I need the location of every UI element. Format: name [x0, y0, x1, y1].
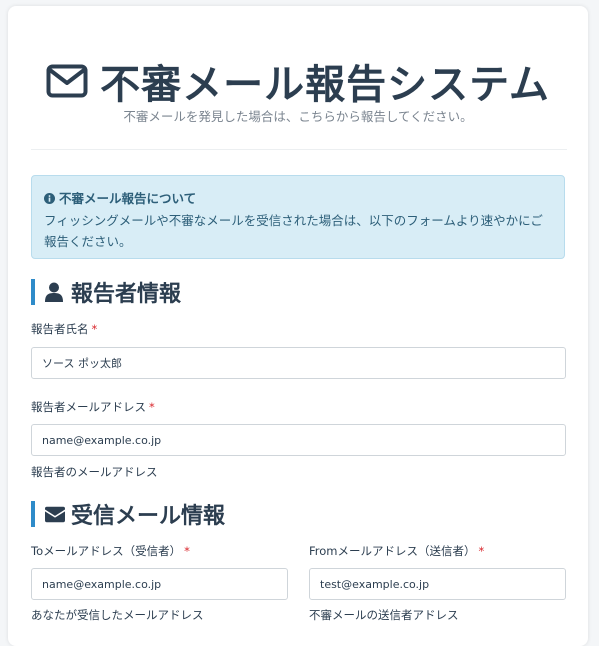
to-address-help: あなたが受信したメールアドレス: [31, 608, 204, 622]
notice-title-row: 不審メール報告について: [44, 188, 552, 207]
page-title: 不審メール報告システム: [100, 62, 550, 108]
reporter-email-label-text: 報告者メールアドレス: [31, 400, 146, 414]
reporter-email-help: 報告者のメールアドレス: [31, 465, 158, 479]
received-section-title: 受信メール情報: [71, 504, 226, 529]
required-mark: *: [184, 544, 190, 558]
reporter-name-label: 報告者氏名 *: [31, 321, 97, 337]
reporter-name-label-text: 報告者氏名: [31, 322, 89, 336]
to-address-label: Toメールアドレス（受信者） *: [31, 543, 190, 559]
reporter-email-label: 報告者メールアドレス *: [31, 399, 155, 415]
from-address-label-text: Fromメールアドレス（送信者）: [309, 544, 476, 558]
reporter-section-title: 報告者情報: [71, 282, 182, 307]
received-section-heading: 受信メール情報: [31, 501, 226, 529]
from-address-label: Fromメールアドレス（送信者） *: [309, 543, 484, 559]
to-address-label-text: Toメールアドレス（受信者）: [31, 544, 182, 558]
required-mark: *: [149, 400, 155, 414]
report-form-card: 不審メール報告システム 不審メールを発見した場合は、こちらから報告してください。…: [8, 6, 588, 646]
reporter-email-input[interactable]: [31, 424, 566, 456]
user-icon: [45, 282, 65, 302]
page-subtitle: 不審メールを発見した場合は、こちらから報告してください。: [123, 109, 473, 124]
notice-title: 不審メール報告について: [59, 191, 197, 206]
info-circle-icon: [44, 192, 55, 204]
envelope-solid-icon: [45, 504, 65, 524]
required-mark: *: [478, 544, 485, 558]
notice-alert: 不審メール報告について フィッシングメールや不審なメールを受信された場合は、以下…: [31, 175, 565, 259]
page-header: 不審メール報告システム: [8, 52, 588, 110]
header-divider: [31, 149, 567, 150]
notice-body: フィッシングメールや不審なメールを受信された場合は、以下のフォームより速やかにご…: [44, 213, 543, 249]
reporter-name-input[interactable]: [31, 347, 566, 379]
from-address-input[interactable]: [309, 568, 566, 600]
required-mark: *: [91, 322, 98, 336]
reporter-section-heading: 報告者情報: [31, 279, 182, 307]
from-address-help: 不審メールの送信者アドレス: [309, 608, 459, 622]
to-address-input[interactable]: [31, 568, 288, 600]
envelope-outline-icon: [46, 64, 88, 98]
